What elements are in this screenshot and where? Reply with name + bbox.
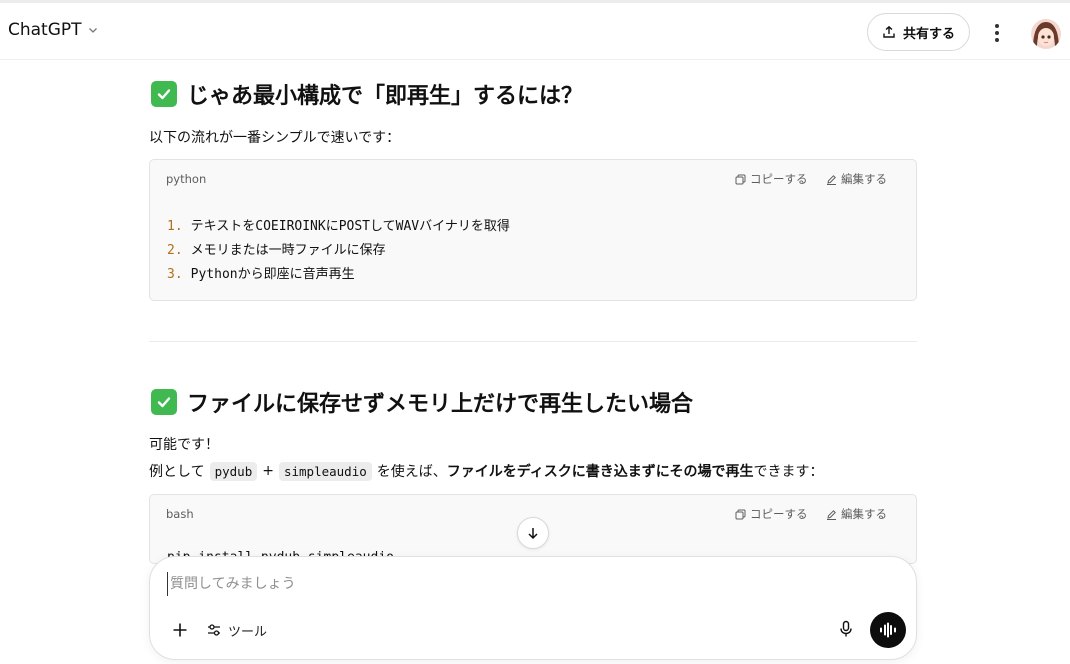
avatar[interactable] [1031,19,1061,49]
tools-label: ツール [228,624,268,640]
top-bar: ChatGPT 共有する [0,0,1070,60]
chevron-down-icon [88,28,97,33]
section-intro: 以下の流れが一番シンプルで速いです： [149,130,401,146]
more-options-button[interactable] [987,21,1007,45]
copy-button[interactable]: コピーする [735,171,808,187]
pencil-icon [827,509,836,520]
share-label: 共有する [902,26,955,42]
mic-icon [840,620,852,637]
add-attachment-button[interactable] [168,618,192,642]
code-language: python [166,172,207,186]
waveform-icon [880,622,896,638]
edit-button[interactable]: 編集する [826,506,887,522]
check-square-icon [151,389,177,415]
section-text: 例として pydub + simpleaudio を使えば、ファイルをディスクに… [149,461,824,481]
app-title: ChatGPT [8,20,82,40]
message-input[interactable] [167,572,847,596]
inline-code: simpleaudio [278,461,372,481]
copy-icon [735,509,746,519]
code-header: python コピーする 編集する [150,160,916,198]
code-line: 2. メモリまたは一時ファイルに保存 [167,243,386,258]
scroll-to-bottom-button[interactable] [517,517,549,549]
voice-mode-button[interactable] [870,612,906,648]
edit-button[interactable]: 編集する [826,171,887,187]
section-heading: ファイルに保存せずメモリ上だけで再生したい場合 [151,386,693,418]
code-block: python コピーする 編集する 1. テキストをCOEIROINKにPOSTし… [149,159,917,301]
upload-icon [883,25,895,38]
code-line: 3. Pythonから即座に音声再生 [167,267,355,282]
dictate-button[interactable] [834,617,858,641]
plus-icon [173,623,187,637]
pencil-icon [827,174,836,185]
check-square-icon [151,81,177,107]
model-selector[interactable]: ChatGPT [8,20,98,40]
copy-button[interactable]: コピーする [735,506,808,522]
share-button[interactable]: 共有する [867,13,970,51]
inline-code: pydub [209,461,258,481]
arrow-down-icon [528,528,538,540]
section-heading: じゃあ最小構成で「即再生」するには？ [151,78,583,110]
section-text: 可能です！ [149,437,219,453]
code-language: bash [166,507,194,521]
copy-icon [735,174,746,184]
code-line: 1. テキストをCOEIROINKにPOSTしてWAVバイナリを取得 [167,219,510,234]
section-divider [149,341,917,342]
sliders-icon [208,624,220,636]
composer: ツール [149,556,917,660]
tools-button[interactable]: ツール [206,618,267,642]
